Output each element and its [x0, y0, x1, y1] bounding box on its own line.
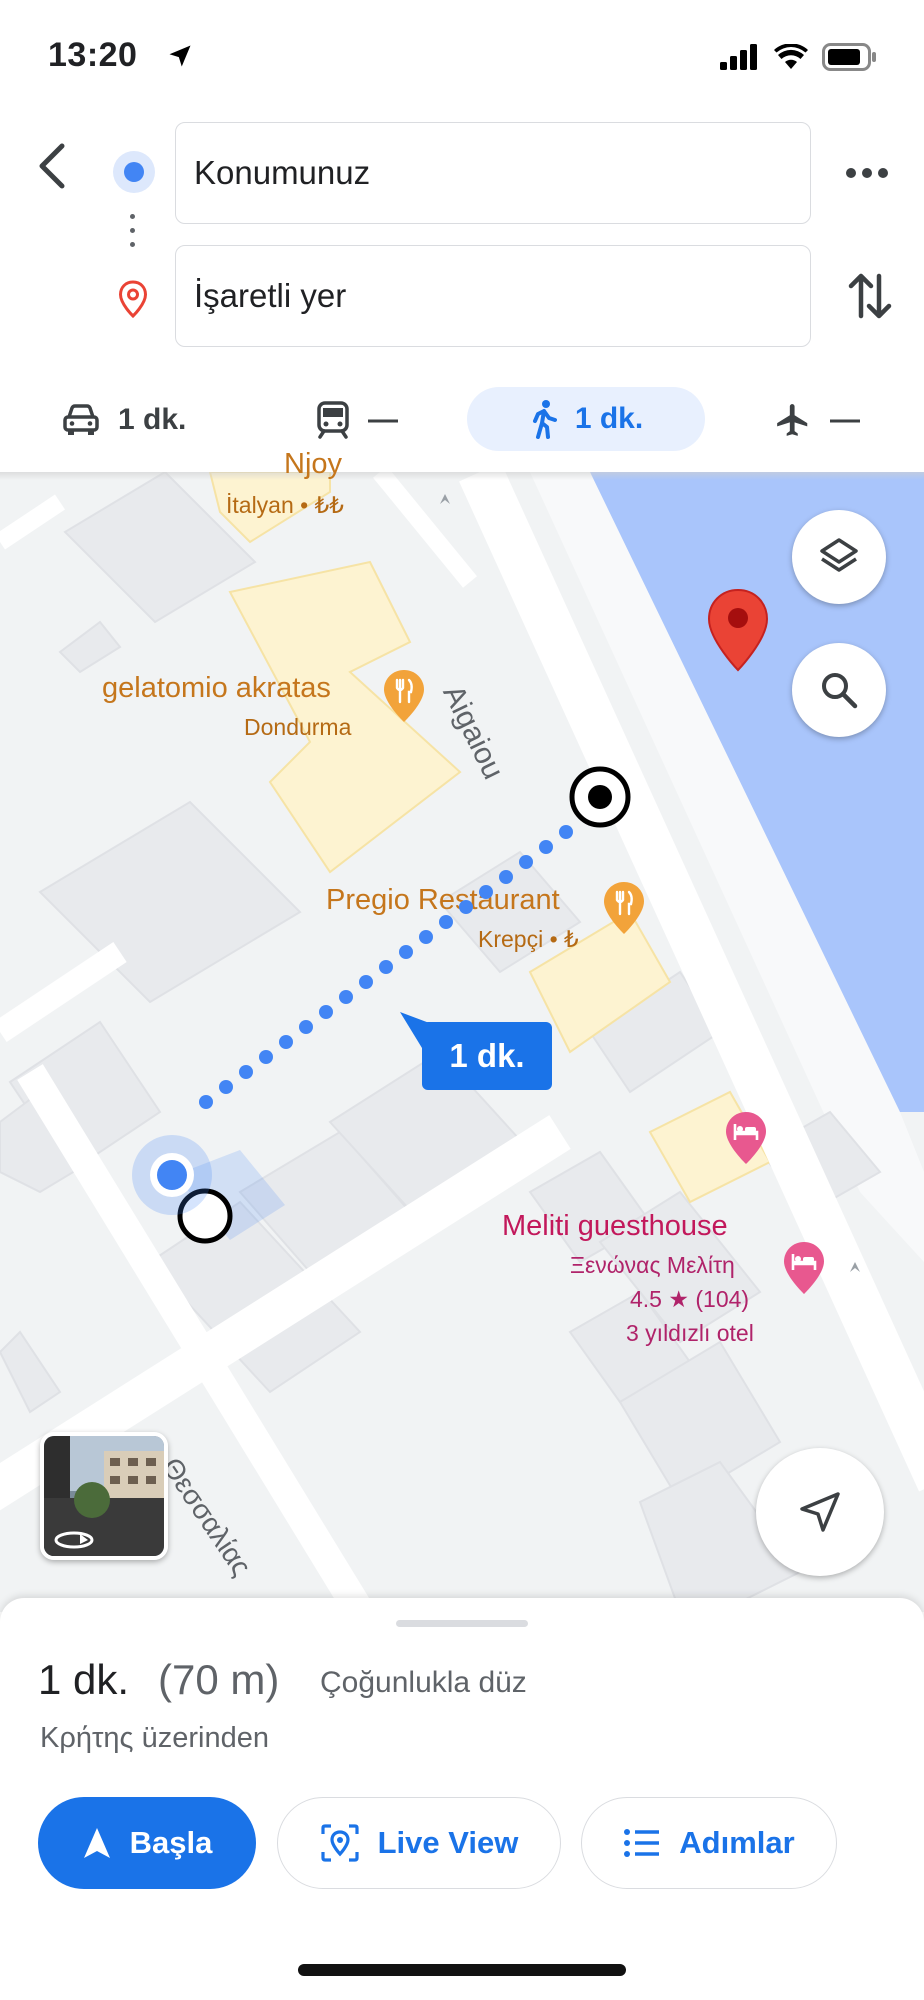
summary-via: Κρήτης üzerinden [40, 1722, 269, 1754]
poi-meliti-type: 3 yıldızlı otel [626, 1320, 754, 1346]
route-eta-badge[interactable]: 1 dk. [422, 1022, 552, 1090]
sheet-drag-handle[interactable] [396, 1620, 528, 1627]
street-view-thumbnail[interactable] [40, 1432, 168, 1560]
live-view-button-label: Live View [377, 1825, 519, 1860]
search-along-route-button[interactable] [792, 643, 886, 737]
live-view-icon [321, 1824, 359, 1862]
summary-time: 1 dk. [38, 1656, 130, 1703]
steps-button-label: Adımlar [679, 1825, 795, 1860]
hotel-pin-icon[interactable] [782, 1240, 826, 1301]
hotel-pin-icon[interactable] [724, 1110, 768, 1171]
live-view-button[interactable]: Live View [277, 1797, 561, 1889]
start-button-label: Başla [129, 1825, 213, 1860]
navigation-arrow-icon [83, 1828, 110, 1858]
home-indicator[interactable] [298, 1964, 626, 1976]
steps-button[interactable]: Adımlar [581, 1797, 837, 1889]
poi-meliti-rating: 4.5 ★ (104) [630, 1286, 750, 1312]
street-view-image [44, 1436, 164, 1556]
search-icon [822, 673, 858, 709]
summary-description: Çoğunlukla düz [320, 1666, 527, 1699]
list-icon [624, 1829, 660, 1857]
recenter-button[interactable] [756, 1448, 884, 1576]
layers-button[interactable] [792, 510, 886, 604]
poi-meliti-alt-name: Ξενώνας Μελίτη [570, 1252, 735, 1278]
summary-distance: (70 m) [158, 1656, 280, 1703]
layers-icon [820, 538, 858, 572]
start-button[interactable]: Başla [38, 1797, 256, 1889]
poi-meliti-title[interactable]: Meliti guesthouse [502, 1210, 728, 1243]
navigation-arrow-icon [800, 1492, 840, 1532]
destination-marker-icon[interactable] [706, 588, 770, 677]
